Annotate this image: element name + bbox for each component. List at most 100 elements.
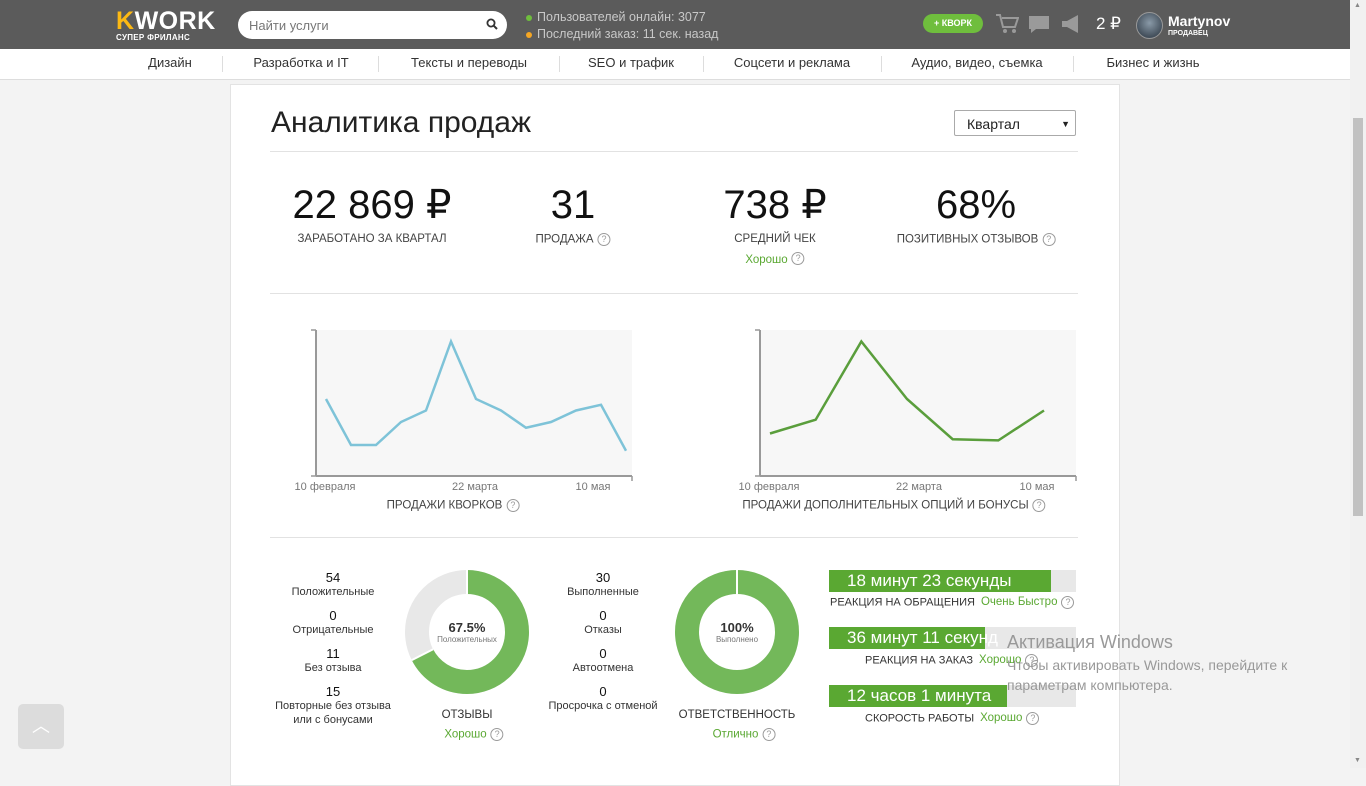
stat-positive-reviews-label: ПОЗИТИВНЫХ ОТЗЫВОВ xyxy=(897,234,1039,246)
online-status: Пользователей онлайн: 3077 Последний зак… xyxy=(526,9,718,43)
responsibility-donut-sublabel: Выполнено xyxy=(716,635,758,644)
stat-average-check: 738 ₽ СРЕДНИЙ ЧЕК Хорошо? xyxy=(723,183,826,268)
chevron-up-icon: ︿ xyxy=(32,716,50,736)
resp-overdue-label: Просрочка с отменой xyxy=(548,699,657,713)
help-icon[interactable]: ? xyxy=(792,252,805,265)
watermark-title: Активация Windows xyxy=(1007,632,1287,653)
stat-average-check-label: СРЕДНИЙ ЧЕК xyxy=(723,233,826,245)
scroll-to-top-button[interactable]: ︿ xyxy=(18,704,64,749)
notifications-megaphone-icon[interactable] xyxy=(1060,14,1084,34)
reviews-donut-percent: 67.5% xyxy=(437,620,497,635)
username[interactable]: Martynov xyxy=(1168,13,1230,29)
x-tick-label: 22 марта xyxy=(896,481,942,493)
help-icon[interactable]: ? xyxy=(762,728,775,741)
speed-rating: Хорошо xyxy=(980,712,1022,724)
top-bar: KWORK СУПЕР ФРИЛАНС Пользователей онлайн… xyxy=(0,0,1350,49)
reviews-negative-label: Отрицательные xyxy=(293,623,374,637)
resp-refusals: 0 Отказы xyxy=(584,608,622,637)
resp-autocancel-value: 0 xyxy=(573,646,634,661)
online-users-text: Пользователей онлайн: 3077 xyxy=(537,10,706,24)
responsibility-caption: ОТВЕТСТВЕННОСТЬ xyxy=(679,709,796,721)
speed-label: РЕАКЦИЯ НА ОБРАЩЕНИЯ xyxy=(830,596,975,608)
category-separator xyxy=(222,56,223,72)
last-order-text: Последний заказ: 11 сек. назад xyxy=(537,27,718,41)
cart-icon[interactable] xyxy=(995,13,1019,35)
help-icon[interactable]: ? xyxy=(1033,499,1046,512)
period-select[interactable]: Квартал ▼ xyxy=(954,110,1076,136)
resp-completed-value: 30 xyxy=(567,570,639,585)
stat-sales-value: 31 xyxy=(535,183,610,227)
chart-title: ПРОДАЖИ ДОПОЛНИТЕЛЬНЫХ ОПЦИЙ И БОНУСЫ xyxy=(742,500,1028,512)
reviews-rating: Хорошо xyxy=(444,729,486,741)
help-icon[interactable]: ? xyxy=(598,233,611,246)
avatar[interactable] xyxy=(1136,12,1163,39)
reviews-negative: 0 Отрицательные xyxy=(293,608,374,637)
divider xyxy=(270,537,1078,538)
help-icon[interactable]: ? xyxy=(491,728,504,741)
category-separator xyxy=(1073,56,1074,72)
speed-bar-value: 18 минут 23 секунды xyxy=(847,571,1011,591)
reviews-repeat: 15 Повторные без отзыва или с бонусами xyxy=(275,684,391,727)
extras-sales-chart xyxy=(754,326,1080,482)
x-tick-label: 22 марта xyxy=(452,481,498,493)
resp-autocancel: 0 Автоотмена xyxy=(573,646,634,675)
speed-caption-inquiries: РЕАКЦИЯ НА ОБРАЩЕНИЯ Очень Быстро? xyxy=(830,596,1074,609)
scroll-down-icon[interactable]: ▼ xyxy=(1354,757,1361,764)
stat-positive-reviews: 68% ПОЗИТИВНЫХ ОТЗЫВОВ? xyxy=(897,183,1056,246)
category-texts[interactable]: Тексты и переводы xyxy=(411,55,527,70)
stat-earned-value: 22 869 ₽ xyxy=(293,183,452,227)
speed-bar-value: 36 минут 11 секунд xyxy=(847,628,998,648)
messages-icon[interactable] xyxy=(1028,15,1050,34)
plot-area xyxy=(316,330,632,476)
search-box[interactable] xyxy=(238,11,507,39)
resp-completed-label: Выполненные xyxy=(567,585,639,599)
reviews-repeat-label-line2: или с бонусами xyxy=(275,713,391,727)
reviews-none: 11 Без отзыва xyxy=(305,646,362,675)
dropdown-arrow-icon: ▼ xyxy=(1061,111,1070,137)
resp-overdue: 0 Просрочка с отменой xyxy=(548,684,657,713)
reviews-repeat-value: 15 xyxy=(275,684,391,699)
kwork-sales-chart xyxy=(310,326,636,482)
chart-title: ПРОДАЖИ КВОРКОВ xyxy=(387,500,503,512)
responsibility-rating-row: Отлично? xyxy=(713,728,776,741)
category-audio-video[interactable]: Аудио, видео, съемка xyxy=(911,55,1042,70)
stat-average-check-rating: Хорошо xyxy=(745,254,787,266)
reviews-donut-sublabel: Положительных xyxy=(437,635,497,644)
resp-overdue-value: 0 xyxy=(548,684,657,699)
responsibility-donut-center: 100% Выполнено xyxy=(716,620,758,644)
help-icon[interactable]: ? xyxy=(1026,712,1039,725)
search-input[interactable] xyxy=(247,17,481,34)
category-separator xyxy=(378,56,379,72)
help-icon[interactable]: ? xyxy=(1061,596,1074,609)
balance[interactable]: 2 ₽ xyxy=(1096,14,1121,34)
stat-earned-label: ЗАРАБОТАНО ЗА КВАРТАЛ xyxy=(293,233,452,245)
kwork-logo[interactable]: KWORK СУПЕР ФРИЛАНС xyxy=(116,8,216,42)
reviews-positive: 54 Положительные xyxy=(292,570,375,599)
plot-area xyxy=(760,330,1076,476)
category-separator xyxy=(559,56,560,72)
speed-rating: Очень Быстро xyxy=(981,596,1058,608)
speed-bar-inquiries: 18 минут 23 секунды xyxy=(829,570,1076,592)
scroll-thumb[interactable] xyxy=(1353,118,1363,516)
help-icon[interactable]: ? xyxy=(506,499,519,512)
reviews-caption: ОТЗЫВЫ xyxy=(442,709,493,721)
watermark-line: параметрам компьютера. xyxy=(1007,675,1287,695)
page-scrollbar[interactable]: ▲ ▼ xyxy=(1350,0,1366,768)
divider xyxy=(270,293,1078,294)
resp-refusals-label: Отказы xyxy=(584,623,622,637)
x-tick-label: 10 мая xyxy=(576,481,611,493)
category-social[interactable]: Соцсети и реклама xyxy=(734,55,850,70)
category-design[interactable]: Дизайн xyxy=(148,55,192,70)
category-business[interactable]: Бизнес и жизнь xyxy=(1106,55,1199,70)
speed-label: СКОРОСТЬ РАБОТЫ xyxy=(865,712,974,724)
reviews-repeat-label: Повторные без отзыва xyxy=(275,699,391,713)
scroll-up-icon[interactable]: ▲ xyxy=(1354,2,1361,9)
category-seo[interactable]: SEO и трафик xyxy=(588,55,674,70)
category-development[interactable]: Разработка и IT xyxy=(253,55,348,70)
reviews-none-value: 11 xyxy=(305,646,362,661)
add-kwork-button[interactable]: + КВОРК xyxy=(923,14,983,33)
help-icon[interactable]: ? xyxy=(1042,233,1055,246)
search-icon[interactable] xyxy=(486,18,498,30)
x-tick-label: 10 мая xyxy=(1020,481,1055,493)
reviews-positive-label: Положительные xyxy=(292,585,375,599)
